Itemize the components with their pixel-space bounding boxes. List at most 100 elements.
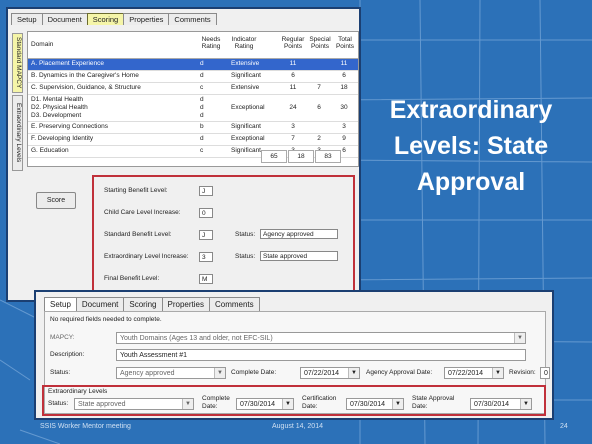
cell-indicator: Exceptional [231,135,265,142]
complete-date-value: 07/22/2014 [304,370,340,377]
chevron-down-icon[interactable]: ▼ [492,368,503,378]
extra-complete-date-value: 07/30/2014 [240,401,276,408]
cell-needs: d [200,135,204,142]
cell-needs: d [200,104,204,111]
child-care-increase-field[interactable]: 0 [199,208,213,218]
mapcy-label: MAPCY: [50,334,75,341]
revision-field[interactable]: 0 [540,367,550,379]
cell-indicator: Extensive [231,84,260,91]
complete-date-label: Complete Date: [231,369,277,376]
extraordinary-increase-label: Extraordinary Level Increase: [104,253,189,260]
cell-regular: 3 [291,123,295,130]
chevron-down-icon[interactable]: ▼ [514,333,525,343]
mapcy-select[interactable]: Youth Domains (Ages 13 and older, not EF… [116,332,526,344]
cell-needs: c [200,84,204,91]
cell-needs: d [200,60,204,67]
cell-domain: B. Dynamics in the Caregiver's Home [31,72,139,79]
tab-scoring[interactable]: Scoring [86,13,125,25]
tab-scoring[interactable]: Scoring [123,297,163,311]
cell-domain: A. Placement Experience [31,60,104,67]
extraordinary-status-field[interactable]: State approved [260,251,338,261]
tab-setup[interactable]: Setup [11,13,43,25]
description-input[interactable]: Youth Assessment #1 [116,349,526,361]
cell-indicator: Exceptional [231,104,265,111]
table-row[interactable]: F. Developing Identity d Exceptional 7 2… [28,134,358,146]
state-approval-date-picker[interactable]: 07/30/2014 ▼ [470,398,532,410]
cell-total: 3 [342,123,346,130]
certification-date-picker[interactable]: 07/30/2014 ▼ [346,398,404,410]
tab-comments[interactable]: Comments [168,13,217,25]
extra-complete-date-picker[interactable]: 07/30/2014 ▼ [236,398,294,410]
final-benefit-field[interactable]: M [199,274,213,284]
scoring-window: Setup Document Scoring Properties Commen… [6,7,361,302]
chevron-down-icon[interactable]: ▼ [348,368,359,378]
starting-benefit-field[interactable]: J [199,186,213,196]
agency-approval-date-value: 07/22/2014 [448,370,484,377]
tab-document[interactable]: Document [75,297,125,311]
certification-date-label: Certification [302,395,337,402]
cell-indicator: Significant [231,147,261,154]
complete-date-picker[interactable]: 07/22/2014 ▼ [300,367,360,379]
cell-total: 18 [340,84,348,91]
total-points: 83 [315,150,341,163]
cell-domain: G. Education [31,147,69,154]
cell-needs: d [200,112,204,119]
status-label: Status: [50,369,71,376]
extraordinary-levels-group-label: Extraordinary Levels [48,388,108,395]
description-label: Description: [50,351,85,358]
extra-status-select[interactable]: State approved ▼ [74,398,194,410]
cell-domain: E. Preserving Connections [31,123,108,130]
table-row[interactable]: D1. Mental Health D2. Physical Health D3… [28,95,358,122]
header-needs-rating: Needs Rating [201,36,221,50]
setup-tab-bar: Setup Document Scoring Properties Commen… [44,297,260,311]
cell-total: 6 [342,72,346,79]
state-approval-date-label-line2: Date: [412,403,428,410]
table-row[interactable]: E. Preserving Connections b Significant … [28,122,358,134]
certification-date-label-line2: Date: [302,403,318,410]
chevron-down-icon[interactable]: ▼ [282,399,293,409]
table-row[interactable]: A. Placement Experience d Extensive 11 1… [28,59,358,71]
scoring-tab-bar: Setup Document Scoring Properties Commen… [11,13,217,26]
cell-regular: 6 [291,72,295,79]
cell-special: 2 [317,135,321,142]
standard-status-field[interactable]: Agency approved [260,229,338,239]
tab-properties[interactable]: Properties [161,297,210,311]
tab-comments[interactable]: Comments [208,297,260,311]
agency-approval-date-label: Agency Approval Date: [366,369,433,376]
revision-label: Revision: [509,369,536,376]
cell-needs: c [200,147,204,154]
standard-benefit-label: Standard Benefit Level: [104,231,172,238]
chevron-down-icon[interactable]: ▼ [392,399,403,409]
chevron-down-icon[interactable]: ▼ [520,399,531,409]
agency-approval-date-picker[interactable]: 07/22/2014 ▼ [444,367,504,379]
setup-window: Setup Document Scoring Properties Commen… [34,290,554,420]
extraordinary-increase-field[interactable]: 3 [199,252,213,262]
cell-domain: C. Supervision, Guidance, & Structure [31,84,141,91]
cell-regular: 11 [289,60,297,67]
cell-domain: D1. Mental Health [31,96,84,103]
side-tab-extraordinary-levels[interactable]: Extraordinary Levels [12,95,23,171]
cell-regular: 7 [291,135,295,142]
standard-benefit-field[interactable]: J [199,230,213,240]
score-button[interactable]: Score [36,192,76,209]
chevron-down-icon[interactable]: ▼ [182,399,193,409]
tab-setup[interactable]: Setup [44,297,77,311]
chevron-down-icon[interactable]: ▼ [214,368,225,378]
cell-indicator: Extensive [231,60,260,67]
tab-document[interactable]: Document [41,13,88,25]
footer-meeting: SSIS Worker Mentor meeting [40,423,131,430]
cell-needs: d [200,72,204,79]
cell-indicator: Significant [231,72,261,79]
tab-properties[interactable]: Properties [123,13,170,25]
side-tab-standard-mapcy[interactable]: Standard MAPCY [12,33,23,93]
header-indicator-rating: Indicator Rating [231,36,257,50]
status-select[interactable]: Agency approved ▼ [116,367,226,379]
table-row[interactable]: B. Dynamics in the Caregiver's Home d Si… [28,71,358,83]
benefit-level-highlight: Starting Benefit Level: J Child Care Lev… [92,175,355,294]
header-domain: Domain [31,41,54,48]
cell-special: 7 [317,84,321,91]
extra-complete-date-label-line2: Date: [202,403,218,410]
table-row[interactable]: C. Supervision, Guidance, & Structure c … [28,83,358,95]
cell-needs: b [200,123,204,130]
slide-title-line: Extraordinary [389,96,553,124]
